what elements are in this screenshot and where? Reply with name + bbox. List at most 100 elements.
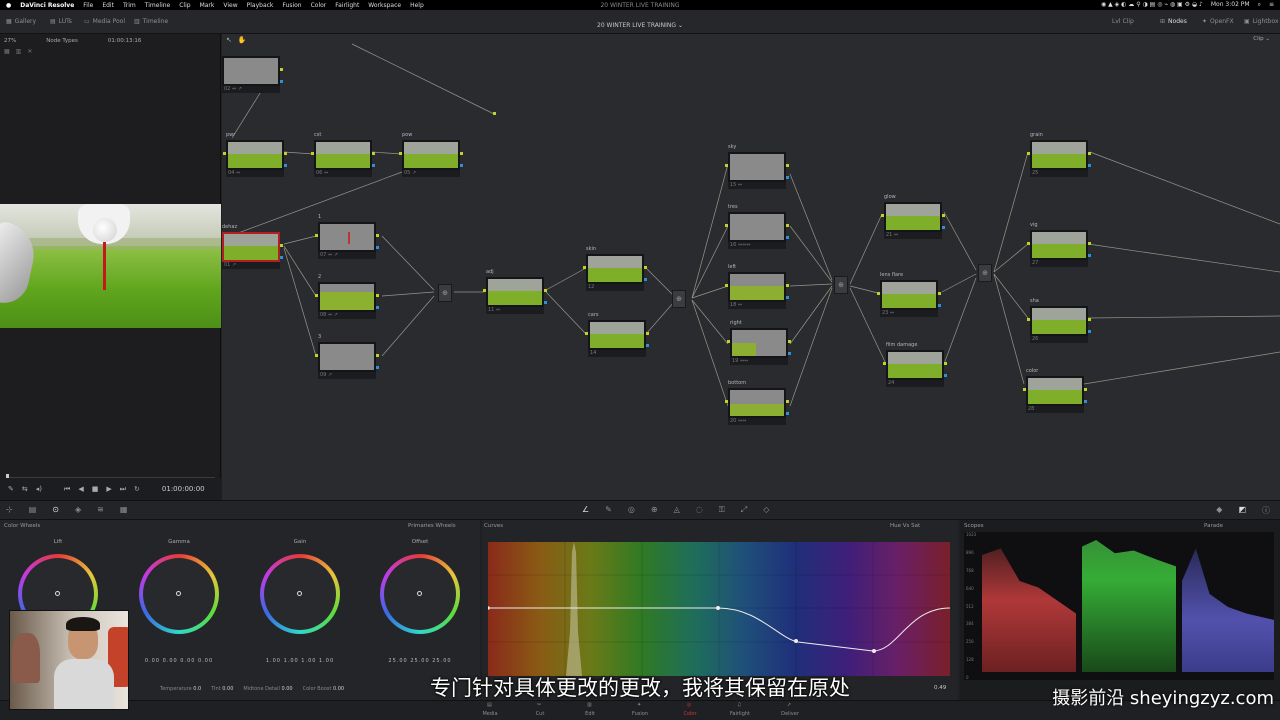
page-fairlight[interactable]: ♫ Fairlight	[715, 701, 765, 720]
node-input[interactable]	[583, 266, 586, 269]
nodes-button[interactable]: ⊞ Nodes	[1160, 18, 1187, 25]
color-wheels-icon[interactable]: ⊙	[52, 505, 59, 514]
menu-trim[interactable]: Trim	[123, 2, 136, 9]
node-input[interactable]	[1027, 318, 1030, 321]
node-output[interactable]	[786, 224, 789, 227]
node-output[interactable]	[284, 152, 287, 155]
clock[interactable]: Mon 3:02 PM	[1211, 1, 1250, 9]
node-input[interactable]	[585, 332, 588, 335]
page-media[interactable]: ▤ Media	[465, 701, 515, 720]
wheel-puck[interactable]	[176, 591, 181, 596]
node-input[interactable]	[727, 340, 730, 343]
hand-icon[interactable]: ✋	[238, 36, 247, 44]
node-dehaze[interactable]: dehaz 01 ↗	[222, 224, 283, 270]
node-input[interactable]	[1027, 152, 1030, 155]
openfx-button[interactable]: ✦ OpenFX	[1202, 18, 1234, 25]
info-icon[interactable]: ⓘ	[1262, 505, 1270, 516]
node-input[interactable]	[725, 164, 728, 167]
viewer-image[interactable]	[0, 204, 221, 328]
wheel-gamma[interactable]	[139, 554, 219, 634]
window-icon[interactable]: ◎	[628, 505, 635, 515]
apple-icon[interactable]: ●	[6, 2, 11, 9]
node-input[interactable]	[883, 362, 886, 365]
node-skin[interactable]: skin 12	[583, 246, 647, 292]
node-output[interactable]	[646, 332, 649, 335]
magic-mask-icon[interactable]: ◬	[674, 505, 680, 515]
node-output[interactable]	[372, 152, 375, 155]
curves-graph[interactable]	[488, 542, 950, 676]
node-right[interactable]: right 19 ⇔⇔	[727, 320, 791, 366]
wheel-values-gain[interactable]: 1.00 1.00 1.00 1.00	[260, 658, 340, 664]
node-color[interactable]: color 28	[1023, 368, 1087, 414]
play-icon[interactable]: ▶	[106, 485, 111, 493]
spotlight-icon[interactable]: ⌕	[1258, 1, 1261, 9]
page-color[interactable]: ◎ Color	[665, 701, 715, 720]
menu-list-icon[interactable]: ≡	[1269, 1, 1274, 9]
node-lens-flare[interactable]: lens flare 23 ⇔	[877, 272, 941, 318]
curves-mode-dropdown[interactable]: Hue Vs Sat	[890, 523, 920, 533]
page-deliver[interactable]: ➚ Deliver	[765, 701, 815, 720]
crosshair-icon[interactable]: ✕	[27, 48, 32, 55]
node-key-output[interactable]	[786, 412, 789, 415]
node-vig[interactable]: vig 27	[1027, 222, 1091, 268]
pointer-icon[interactable]: ↖	[226, 36, 232, 44]
menu-fusion[interactable]: Fusion	[282, 2, 301, 9]
node-input[interactable]	[1023, 388, 1026, 391]
wheel-puck[interactable]	[417, 591, 422, 596]
node-output[interactable]	[280, 244, 283, 247]
repeat-icon[interactable]: ↻	[134, 485, 140, 493]
node-glow[interactable]: glow 21 ⇔	[881, 194, 945, 240]
node-adj[interactable]: adj 11 ⇔	[483, 269, 547, 315]
node-key-output[interactable]	[544, 301, 547, 304]
node-output[interactable]	[1088, 152, 1091, 155]
node-output[interactable]	[376, 294, 379, 297]
node-output[interactable]	[644, 266, 647, 269]
key-icon[interactable]: ⚿	[719, 505, 725, 515]
node-key-output[interactable]	[280, 80, 283, 83]
node-input[interactable]	[877, 292, 880, 295]
tracker-icon[interactable]: ⊕	[651, 505, 658, 515]
node-output[interactable]	[786, 400, 789, 403]
viewer-zoom[interactable]: 27%	[4, 38, 16, 44]
node-3[interactable]: 3 09 ↗	[315, 334, 379, 380]
node-key-output[interactable]	[788, 352, 791, 355]
node-graph[interactable]: 02 ⇔ ↗ pwr 04 ⇔ cst 06 ⇔ pow 05 ↗ dehaz …	[222, 34, 1280, 500]
wheels-mode-dropdown[interactable]: Primaries Wheels	[408, 523, 456, 533]
node-key-output[interactable]	[644, 278, 647, 281]
node-key-output[interactable]	[376, 246, 379, 249]
3d-icon[interactable]: ◇	[763, 505, 769, 515]
node-2[interactable]: 2 08 ⇔ ↗	[315, 274, 379, 320]
project-title[interactable]: 20 WINTER LIVE TRAINING ⌄	[0, 22, 1280, 29]
node-key-output[interactable]	[942, 226, 945, 229]
node-key-output[interactable]	[1084, 400, 1087, 403]
curves-icon[interactable]: ∠	[582, 505, 589, 515]
node-input[interactable]	[483, 289, 486, 292]
keyframes-icon[interactable]: ◆	[1216, 505, 1222, 516]
scopes-icon[interactable]: ◩	[1238, 505, 1246, 516]
wheel-gain[interactable]	[260, 554, 340, 634]
node-output[interactable]	[376, 234, 379, 237]
loop-icon[interactable]: ⇆	[22, 485, 28, 493]
wheel-values-offset[interactable]: 25.00 25.00 25.00	[380, 658, 460, 664]
node-pwr[interactable]: pwr 04 ⇔	[223, 132, 287, 178]
split-icon[interactable]: ▥	[16, 48, 22, 55]
mixer-node[interactable]: ⊕	[672, 290, 686, 308]
node-key-output[interactable]	[786, 236, 789, 239]
wheel-puck[interactable]	[297, 591, 302, 596]
page-edit[interactable]: ▥ Edit	[565, 701, 615, 720]
node-key-output[interactable]	[944, 374, 947, 377]
menu-mark[interactable]: Mark	[200, 2, 215, 9]
node-key-output[interactable]	[786, 176, 789, 179]
node-key-output[interactable]	[280, 256, 283, 259]
node-tres[interactable]: tres 16 ⇔⇔⇔	[725, 204, 789, 250]
skip-end-icon[interactable]: ⏭	[120, 485, 126, 494]
node-cars[interactable]: cars 14	[585, 312, 649, 358]
pen-tool-icon[interactable]: ✎	[8, 485, 14, 493]
node-input[interactable]	[1027, 242, 1030, 245]
menu-fairlight[interactable]: Fairlight	[335, 2, 359, 9]
lvl-clip-button[interactable]: Lvl Clip	[1112, 18, 1134, 25]
node-output[interactable]	[1088, 242, 1091, 245]
node-output[interactable]	[944, 362, 947, 365]
mixer-node[interactable]: ⊕	[978, 264, 992, 282]
node-grain[interactable]: grain 25	[1027, 132, 1091, 178]
